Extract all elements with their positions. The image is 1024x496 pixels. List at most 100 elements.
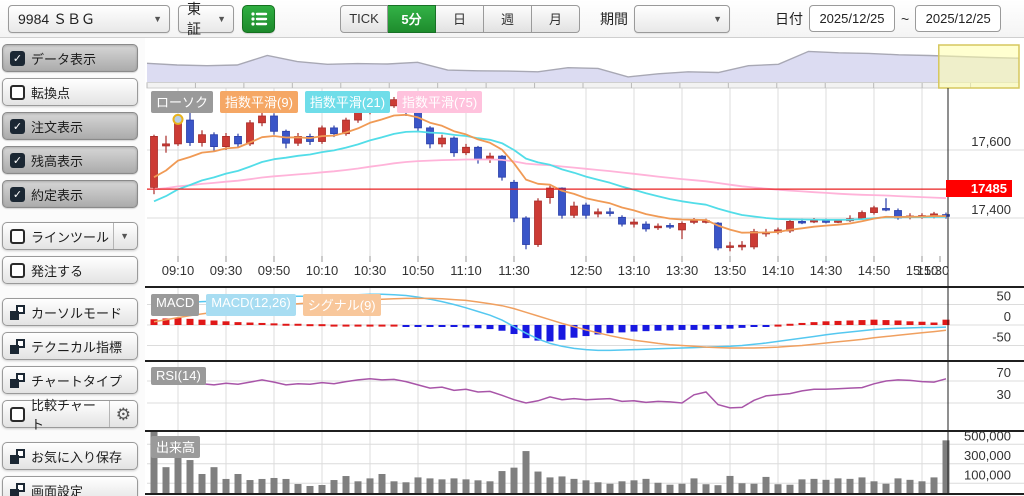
x-axis: 09:1009:3009:5010:1010:3010:5011:1011:30…: [162, 256, 950, 278]
sidebar-item-execution-display[interactable]: ✓ 約定表示: [2, 180, 138, 208]
exchange-select[interactable]: 東証 ▼: [178, 5, 234, 33]
checkbox-icon[interactable]: [10, 85, 25, 100]
panel-separators: [145, 88, 1024, 494]
overlap-windows-icon: [10, 305, 25, 320]
svg-text:300,000: 300,000: [964, 448, 1011, 463]
list-icon: [250, 11, 268, 27]
svg-text:14:50: 14:50: [858, 263, 891, 278]
chevron-down-icon: ▼: [210, 14, 233, 24]
legend-badge: ローソク: [151, 91, 213, 113]
checkbox-icon[interactable]: ✓: [10, 153, 25, 168]
period-select[interactable]: ▼: [634, 5, 730, 33]
svg-text:14:30: 14:30: [810, 263, 843, 278]
date-range-separator: ~: [901, 11, 909, 27]
legend-badge: MACD: [151, 294, 199, 316]
sidebar-item-chart-type[interactable]: チャートタイプ: [2, 366, 138, 394]
sidebar-item-technical-indicator[interactable]: テクニカル指標: [2, 332, 138, 360]
sidebar-item-cursor-mode[interactable]: カーソルモード: [2, 298, 138, 326]
svg-text:09:50: 09:50: [258, 263, 291, 278]
exchange-select-value: 東証: [187, 0, 210, 39]
period-label: 期間: [600, 9, 628, 29]
svg-text:11:30: 11:30: [498, 263, 530, 278]
navigator-selection[interactable]: [939, 45, 1019, 88]
sidebar-item-data-display[interactable]: ✓ データ表示: [2, 44, 138, 72]
sidebar-item-balance-display[interactable]: ✓ 残高表示: [2, 146, 138, 174]
sidebar-item-screen-settings[interactable]: 画面設定: [2, 476, 138, 496]
ema-lines: [154, 115, 946, 233]
date-to-input[interactable]: 2025/12/25: [915, 5, 1001, 32]
interval-tabs: TICK5分日週月: [340, 5, 580, 33]
sidebar-item-label: 残高表示: [31, 151, 83, 170]
symbol-select[interactable]: 9984 ＳＢＧ ▼: [8, 5, 170, 33]
legend-badge: 指数平滑(21): [305, 91, 390, 113]
svg-text:11:10: 11:10: [450, 263, 482, 278]
chevron-down-icon: ▼: [146, 14, 169, 24]
rsi-panel: [154, 379, 946, 408]
tab-週[interactable]: 週: [484, 5, 532, 33]
toolbar: 9984 ＳＢＧ ▼ 東証 ▼ TICK5分日週月 期間 ▼ 日付 2025/1…: [0, 0, 1024, 38]
order-marker[interactable]: [174, 115, 183, 124]
svg-text:70: 70: [997, 365, 1011, 380]
svg-text:17,400: 17,400: [971, 202, 1011, 217]
sidebar: ✓データ表示転換点✓注文表示✓残高表示✓約定表示ラインツール▼発注するカーソルモ…: [0, 38, 145, 496]
svg-text:12:50: 12:50: [570, 263, 603, 278]
chevron-down-icon: ▼: [706, 14, 729, 24]
sidebar-item-label: カーソルモード: [31, 303, 122, 322]
sidebar-item-save-favorite[interactable]: お気に入り保存: [2, 442, 138, 470]
symbol-select-value: 9984 ＳＢＧ: [18, 9, 95, 29]
volume-legend: 出来高: [151, 436, 200, 458]
svg-text:15:30: 15:30: [917, 263, 950, 278]
sidebar-item-label: 比較チャート: [31, 395, 109, 433]
date-label: 日付: [775, 9, 803, 29]
sidebar-item-place-order[interactable]: 発注する: [2, 256, 138, 284]
chart-area: 09:1009:3009:5010:1010:3010:5011:1011:30…: [145, 38, 1024, 496]
svg-text:50: 50: [997, 289, 1011, 304]
sidebar-item-label: お気に入り保存: [31, 447, 122, 466]
price-chart-legend: ローソク指数平滑(9) 指数平滑(21) 指数平滑(75): [151, 91, 482, 113]
chevron-down-icon[interactable]: ▼: [120, 231, 129, 241]
svg-text:-50: -50: [992, 330, 1011, 345]
svg-text:0: 0: [1004, 309, 1011, 324]
current-price-badge: 17485: [946, 180, 1012, 197]
svg-text:13:50: 13:50: [714, 263, 747, 278]
checkbox-icon[interactable]: ✓: [10, 119, 25, 134]
sidebar-item-label: データ表示: [31, 49, 96, 68]
tab-TICK[interactable]: TICK: [340, 5, 388, 33]
watchlist-button[interactable]: [242, 5, 275, 33]
sidebar-item-label: 発注する: [31, 261, 83, 280]
volume-panel: [151, 432, 950, 493]
tab-日[interactable]: 日: [436, 5, 484, 33]
rsi-legend: RSI(14): [151, 367, 206, 385]
overlap-windows-icon: [10, 483, 25, 496]
overlap-windows-icon: [10, 339, 25, 354]
candlesticks: [151, 96, 950, 251]
macd-legend: MACDMACD(12,26)シグナル(9): [151, 294, 381, 316]
tab-月[interactable]: 月: [532, 5, 580, 33]
sidebar-item-compare-chart[interactable]: 比較チャート⚙: [2, 400, 138, 428]
checkbox-icon[interactable]: [10, 263, 25, 278]
sidebar-item-turning-point[interactable]: 転換点: [2, 78, 138, 106]
checkbox-icon[interactable]: [10, 407, 25, 422]
legend-badge: シグナル(9): [303, 294, 381, 316]
sidebar-item-order-display[interactable]: ✓注文表示: [2, 112, 138, 140]
checkbox-icon[interactable]: [10, 229, 25, 244]
sidebar-item-label: ラインツール: [31, 227, 109, 246]
sidebar-item-line-tool[interactable]: ラインツール ▼: [2, 222, 138, 250]
checkbox-icon[interactable]: ✓: [10, 51, 25, 66]
legend-badge: 指数平滑(75): [397, 91, 482, 113]
legend-badge: 指数平滑(9): [220, 91, 298, 113]
sidebar-item-label: 画面設定: [31, 481, 83, 496]
date-from-input[interactable]: 2025/12/25: [809, 5, 895, 32]
sidebar-item-label: テクニカル指標: [31, 337, 122, 356]
sidebar-item-label: 転換点: [31, 83, 70, 102]
checkbox-icon[interactable]: ✓: [10, 187, 25, 202]
overlap-windows-icon: [10, 449, 25, 464]
legend-badge: RSI(14): [151, 367, 206, 385]
sidebar-item-label: 約定表示: [31, 185, 83, 204]
svg-text:09:10: 09:10: [162, 263, 195, 278]
svg-text:14:10: 14:10: [762, 263, 795, 278]
tab-5分[interactable]: 5分: [388, 5, 436, 33]
navigator: [147, 45, 1019, 88]
gear-icon[interactable]: ⚙: [116, 406, 131, 423]
chart-application: 9984 ＳＢＧ ▼ 東証 ▼ TICK5分日週月 期間 ▼ 日付 2025/1…: [0, 0, 1024, 496]
